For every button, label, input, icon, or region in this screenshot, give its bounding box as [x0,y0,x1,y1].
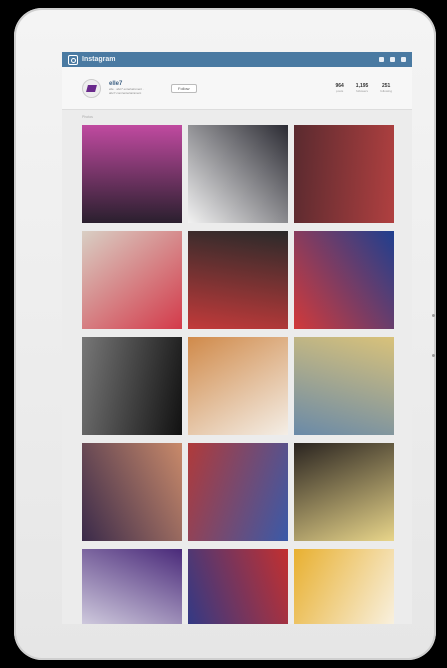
stat-label: following [380,89,392,93]
stat-followers[interactable]: 1,195 followers [356,83,369,93]
tile-party-crowd[interactable] [294,125,394,223]
stat-posts[interactable]: 964 posts [335,83,343,93]
app-top-bar: Instagram [62,52,412,67]
tile-dessert-plate[interactable] [294,549,394,624]
app-title: Instagram [82,56,116,63]
tile-lasagna[interactable] [188,337,288,435]
tile-three-men[interactable] [188,125,288,223]
profile-info: elle7 elle · abc7 entertainment · abc7.c… [109,81,159,95]
tile-stage-group[interactable] [82,443,182,541]
side-sensor-dot [432,314,435,317]
explore-icon[interactable] [390,57,395,62]
tile-bw-portrait[interactable] [82,337,182,435]
stat-following[interactable]: 251 following [380,83,392,93]
app-screen: Instagram elle7 elle · abc7 entertainmen… [62,52,412,624]
tile-couple-sign[interactable] [82,231,182,329]
camera-icon[interactable] [68,54,78,65]
side-sensor-dot [432,354,435,357]
tile-group-sunday[interactable] [188,231,288,329]
follow-button[interactable]: Follow [171,83,197,93]
home-icon[interactable] [379,57,384,62]
stat-label: posts [336,89,344,93]
avatar[interactable] [82,78,101,98]
profile-bio: elle · abc7 entertainment · abc7.com/ent… [109,87,144,95]
tile-street-scene[interactable] [294,337,394,435]
tile-food-tray[interactable] [294,443,394,541]
top-actions [379,57,406,62]
stat-label: followers [356,89,368,93]
tile-mousetrap-poster[interactable] [294,231,394,329]
tile-event-collage[interactable] [188,443,288,541]
tile-purple-stage[interactable] [82,549,182,624]
tile-crowd-concert[interactable] [82,125,182,223]
photos-tab[interactable]: Photos [82,115,93,119]
profile-stats: 964 posts 1,195 followers 251 following [335,83,392,93]
profile-header: elle7 elle · abc7 entertainment · abc7.c… [62,67,412,110]
tile-red-shirts[interactable] [188,549,288,624]
profile-icon[interactable] [401,57,406,62]
grid-subbar: Photos [62,110,412,124]
